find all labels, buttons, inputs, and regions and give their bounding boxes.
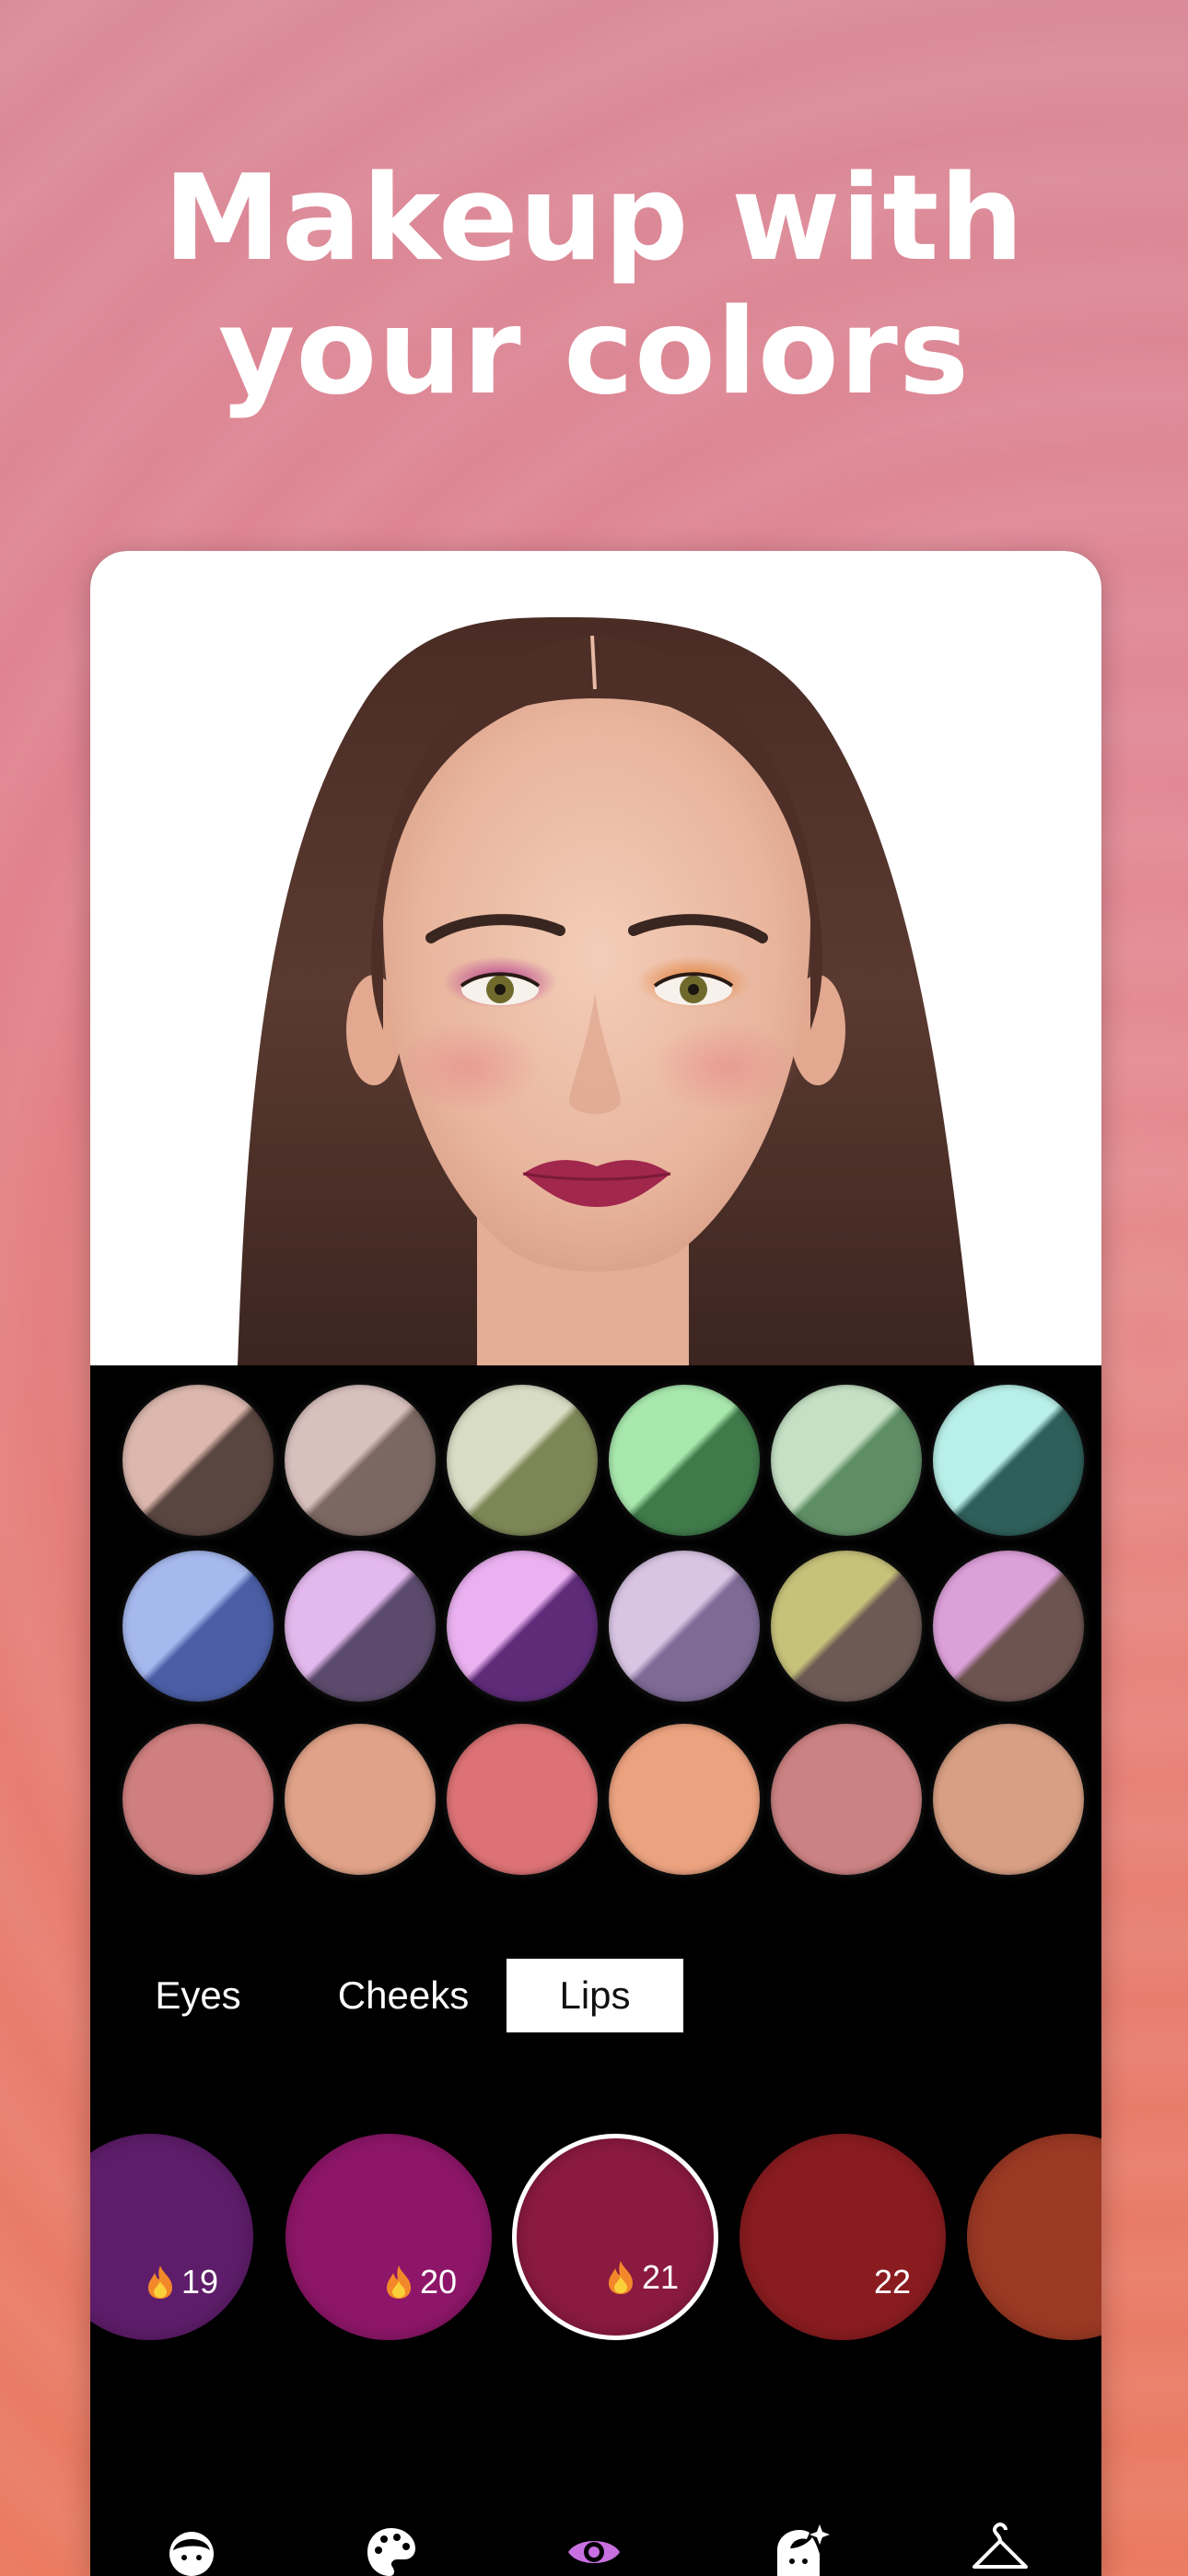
tab-eyes[interactable]: Eyes [138, 1959, 258, 2032]
headline: Makeup with your colors [0, 152, 1188, 419]
palette-pan-1-4[interactable] [609, 1385, 760, 1536]
palette-pan-3-1[interactable] [122, 1724, 274, 1875]
lip-shade-19[interactable]: 19 [90, 2134, 253, 2340]
hanger-icon[interactable] [971, 2522, 1030, 2576]
eye-icon[interactable] [565, 2523, 623, 2576]
palette-pan-1-6[interactable] [933, 1385, 1084, 1536]
shade-label: 21 [607, 2258, 679, 2297]
model-photo [90, 551, 1101, 1365]
palette-pan-1-5[interactable] [771, 1385, 922, 1536]
palette-pan-2-1[interactable] [122, 1551, 274, 1702]
palette-icon[interactable] [362, 2523, 421, 2576]
palette-pan-1-2[interactable] [285, 1385, 436, 1536]
palette-pan-3-2[interactable] [285, 1724, 436, 1875]
palette-pan-2-2[interactable] [285, 1551, 436, 1702]
palette-pan-3-4[interactable] [609, 1724, 760, 1875]
lip-shade-5[interactable] [967, 2134, 1101, 2340]
shade-label: 19 [146, 2263, 218, 2301]
shade-label: 22 [874, 2263, 911, 2301]
palette-pan-2-4[interactable] [609, 1551, 760, 1702]
face-sparkle-icon[interactable] [772, 2523, 831, 2576]
palette-pan-2-3[interactable] [447, 1551, 598, 1702]
shade-label: 20 [385, 2263, 457, 2301]
category-tabs: Eyes Cheeks Lips [90, 1959, 1101, 2032]
shade-number: 20 [419, 2263, 457, 2301]
face-icon[interactable] [162, 2523, 221, 2576]
palette-pan-3-3[interactable] [447, 1724, 598, 1875]
lip-shade-20[interactable]: 20 [285, 2134, 492, 2340]
lip-shade-21[interactable]: 21 [512, 2134, 718, 2340]
palette-pan-1-3[interactable] [447, 1385, 598, 1536]
palette-pan-3-5[interactable] [771, 1724, 922, 1875]
palette-pan-3-6[interactable] [933, 1724, 1084, 1875]
fire-icon [608, 2261, 633, 2294]
lip-shade-carousel[interactable]: 19 20 21 22 [90, 2134, 1101, 2355]
shade-number: 21 [641, 2258, 679, 2296]
lip-shade-22[interactable]: 22 [740, 2134, 946, 2340]
fire-icon [147, 2266, 172, 2299]
shade-number: 22 [873, 2263, 911, 2301]
eyeshadow-palette [90, 1385, 1101, 2020]
palette-pan-1-1[interactable] [122, 1385, 274, 1536]
headline-line-1: Makeup with [163, 150, 1025, 287]
app-screen: Eyes Cheeks Lips 19 20 21 22 [90, 551, 1101, 2576]
fire-icon [386, 2266, 411, 2299]
palette-pan-2-5[interactable] [771, 1551, 922, 1702]
headline-line-2: your colors [217, 284, 971, 421]
tab-lips[interactable]: Lips [507, 1959, 683, 2032]
palette-pan-2-6[interactable] [933, 1551, 1084, 1702]
bottom-nav [90, 2504, 1101, 2576]
model-face-illustration [238, 616, 974, 1365]
shade-number: 19 [181, 2263, 218, 2301]
tab-cheeks[interactable]: Cheeks [325, 1959, 482, 2032]
